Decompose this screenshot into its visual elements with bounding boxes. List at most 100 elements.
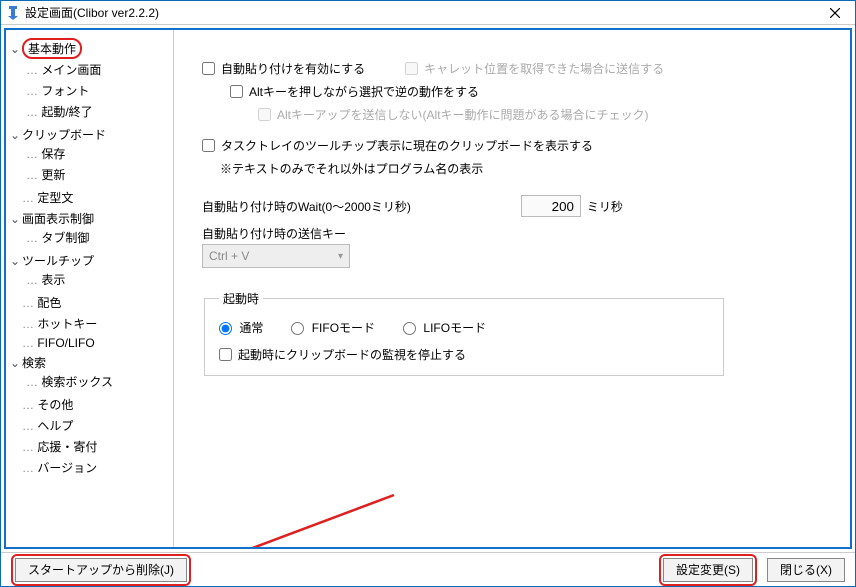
auto-paste-checkbox[interactable]: [202, 62, 215, 75]
tree-item[interactable]: … メイン画面: [26, 59, 169, 80]
annotation-arrow: [164, 490, 424, 549]
tree-leaf-icon: …: [26, 231, 41, 245]
tree-leaf-icon: …: [22, 440, 37, 454]
tree-leaf-icon: …: [22, 191, 37, 205]
tree-item[interactable]: … FIFO/LIFO: [10, 334, 169, 352]
content-panel: 自動貼り付けを有効にする キャレット位置を取得できた場合に送信する Altキーを…: [174, 30, 850, 547]
tree-item[interactable]: … バージョン: [10, 457, 169, 478]
alt-reverse-label: Altキーを押しながら選択で逆の動作をする: [249, 83, 479, 100]
tree-leaf-icon: …: [26, 168, 41, 182]
tree-item[interactable]: ⌄検索… 検索ボックス: [10, 352, 169, 394]
wait-unit: ミリ秒: [587, 198, 623, 215]
tree-item[interactable]: … 表示: [26, 269, 169, 290]
startup-normal-radio[interactable]: 通常: [219, 319, 263, 336]
chevron-down-icon[interactable]: ⌄: [10, 128, 22, 142]
tree-leaf-icon: …: [22, 419, 37, 433]
tree-item[interactable]: … 更新: [26, 164, 169, 185]
close-icon: [830, 8, 840, 18]
tree-leaf-icon: …: [22, 317, 37, 331]
tree-leaf-icon: …: [26, 105, 41, 119]
apply-button[interactable]: 設定変更(S): [663, 558, 753, 582]
tree-item-label[interactable]: ヘルプ: [37, 419, 73, 433]
sendkey-value: Ctrl + V: [209, 249, 249, 263]
tree-leaf-icon: …: [26, 375, 41, 389]
chevron-down-icon[interactable]: ⌄: [10, 356, 22, 370]
tree-item[interactable]: … 定型文: [10, 187, 169, 208]
settings-tree[interactable]: ⌄基本動作… メイン画面… フォント… 起動/終了⌄クリップボード… 保存… 更…: [10, 36, 169, 478]
tree-item-label[interactable]: 表示: [41, 273, 65, 287]
tree-leaf-icon: …: [22, 398, 37, 412]
tree-item[interactable]: … 配色: [10, 292, 169, 313]
tree-leaf-icon: …: [22, 336, 37, 350]
tree-item-label[interactable]: 画面表示制御: [22, 212, 94, 226]
tree-leaf-icon: …: [26, 63, 41, 77]
app-icon: [5, 5, 21, 21]
tree-item-label[interactable]: ホットキー: [37, 317, 97, 331]
wait-input[interactable]: [521, 195, 581, 217]
alt-reverse-checkbox[interactable]: [230, 85, 243, 98]
stop-monitor-checkbox[interactable]: [219, 348, 232, 361]
tree-item[interactable]: … ホットキー: [10, 313, 169, 334]
tree-leaf-icon: …: [22, 296, 37, 310]
wait-label: 自動貼り付け時のWait(0～2000ミリ秒): [202, 198, 411, 215]
tree-item-label[interactable]: その他: [37, 398, 73, 412]
tree-leaf-icon: …: [26, 84, 41, 98]
tree-item-label[interactable]: FIFO/LIFO: [37, 336, 94, 350]
tree-item[interactable]: … その他: [10, 394, 169, 415]
tree-item-label[interactable]: メイン画面: [41, 63, 101, 77]
tree-item-label[interactable]: 保存: [41, 147, 65, 161]
startup-lifo-radio[interactable]: LIFOモード: [403, 319, 486, 336]
tree-item[interactable]: ⌄画面表示制御… タブ制御: [10, 208, 169, 250]
alt-keyup-label: Altキーアップを送信しない(Altキー動作に問題がある場合にチェック): [277, 106, 649, 123]
tree-item-label[interactable]: 基本動作: [28, 42, 76, 56]
tree-item[interactable]: … 応援・寄付: [10, 436, 169, 457]
tree-item[interactable]: … 検索ボックス: [26, 371, 169, 392]
tree-item[interactable]: … ヘルプ: [10, 415, 169, 436]
close-window-button[interactable]: [815, 1, 855, 25]
startup-delete-button[interactable]: スタートアップから削除(J): [15, 558, 187, 582]
tree-item-label[interactable]: 定型文: [37, 191, 73, 205]
tree-leaf-icon: …: [26, 147, 41, 161]
annotation-ring-apply: 設定変更(S): [659, 554, 757, 586]
alt-keyup-checkbox: [258, 108, 271, 121]
startup-legend: 起動時: [219, 290, 263, 307]
startup-groupbox: 起動時 通常 FIFOモード LIFOモード 起動時にクリップボードの監視を停止…: [204, 290, 724, 376]
footer: スタートアップから削除(J) 設定変更(S) 閉じる(X): [1, 552, 855, 586]
annotation-ring-tree: 基本動作: [22, 38, 82, 59]
tree-item-label[interactable]: クリップボード: [22, 128, 106, 142]
tree-item[interactable]: … タブ制御: [26, 227, 169, 248]
tree-item[interactable]: … フォント: [26, 80, 169, 101]
tree-item-label[interactable]: 応援・寄付: [37, 440, 97, 454]
caret-send-checkbox: [405, 62, 418, 75]
startup-fifo-radio[interactable]: FIFOモード: [291, 319, 375, 336]
tree-item-label[interactable]: 起動/終了: [41, 105, 92, 119]
tree-leaf-icon: …: [22, 461, 37, 475]
chevron-down-icon[interactable]: ⌄: [10, 42, 22, 56]
sidebar: ⌄基本動作… メイン画面… フォント… 起動/終了⌄クリップボード… 保存… 更…: [6, 30, 174, 547]
tree-item-label[interactable]: ツールチップ: [22, 254, 94, 268]
close-button[interactable]: 閉じる(X): [767, 558, 845, 582]
tree-item[interactable]: … 起動/終了: [26, 101, 169, 122]
tree-item-label[interactable]: 配色: [37, 296, 61, 310]
tree-item-label[interactable]: タブ制御: [41, 231, 89, 245]
annotation-ring-startup: スタートアップから削除(J): [11, 554, 191, 586]
tree-item[interactable]: … 保存: [26, 143, 169, 164]
tree-item-label[interactable]: 検索: [22, 356, 46, 370]
caret-send-label: キャレット位置を取得できた場合に送信する: [424, 60, 664, 77]
tree-item-label[interactable]: フォント: [41, 84, 89, 98]
window-title: 設定画面(Clibor ver2.2.2): [25, 4, 815, 21]
body: ⌄基本動作… メイン画面… フォント… 起動/終了⌄クリップボード… 保存… 更…: [4, 28, 852, 549]
chevron-down-icon[interactable]: ⌄: [10, 254, 22, 268]
tree-leaf-icon: …: [26, 273, 41, 287]
tree-item-label[interactable]: 検索ボックス: [41, 375, 113, 389]
sendkey-combo[interactable]: Ctrl + V ▾: [202, 244, 350, 268]
tree-item-label[interactable]: バージョン: [37, 461, 97, 475]
stop-monitor-label: 起動時にクリップボードの監視を停止する: [238, 346, 466, 363]
tasktray-tooltip-checkbox[interactable]: [202, 139, 215, 152]
tree-item[interactable]: ⌄クリップボード… 保存… 更新: [10, 124, 169, 187]
tree-item[interactable]: ⌄基本動作… メイン画面… フォント… 起動/終了: [10, 36, 169, 124]
chevron-down-icon[interactable]: ⌄: [10, 212, 22, 226]
tree-item[interactable]: ⌄ツールチップ… 表示: [10, 250, 169, 292]
auto-paste-label: 自動貼り付けを有効にする: [221, 60, 365, 77]
tree-item-label[interactable]: 更新: [41, 168, 65, 182]
